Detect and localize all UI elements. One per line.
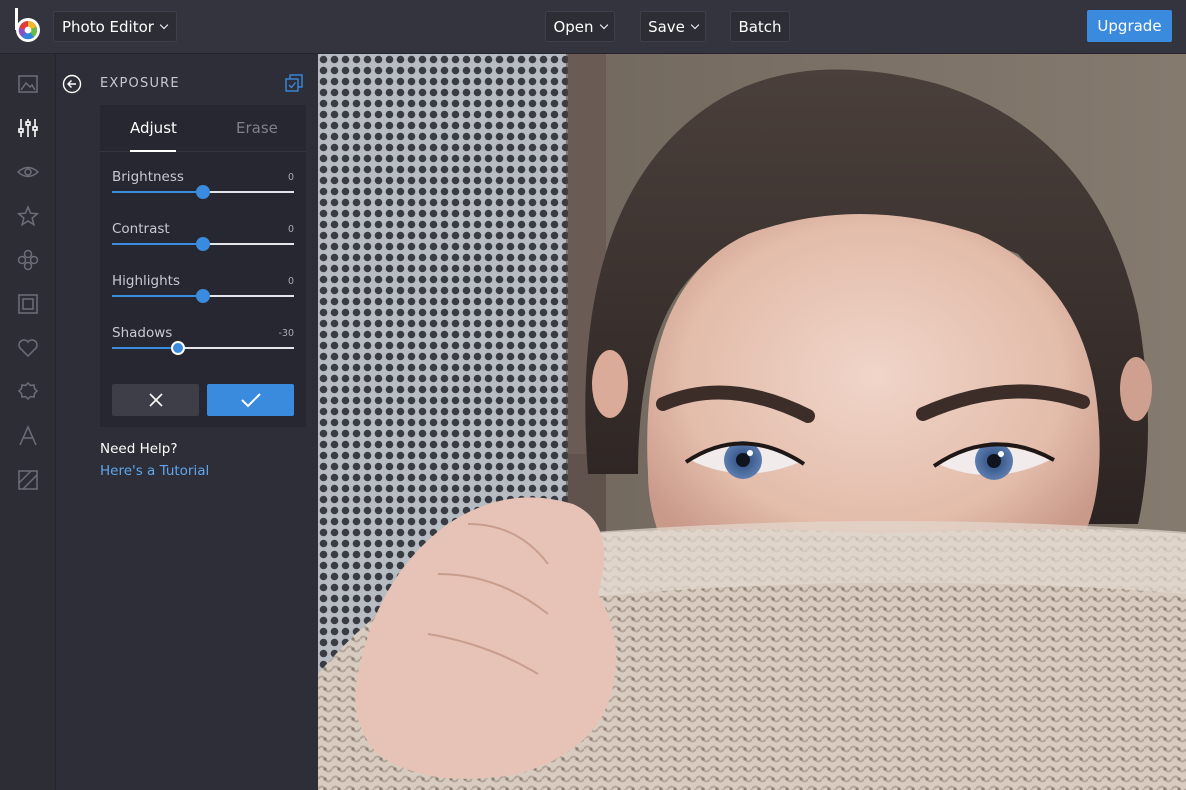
texture-icon[interactable] xyxy=(14,466,42,494)
highlights-slider: Highlights 0 xyxy=(112,273,294,313)
slider-track[interactable] xyxy=(112,341,294,355)
slider-track[interactable] xyxy=(112,185,294,199)
badge-icon[interactable] xyxy=(14,378,42,406)
batch-label: Batch xyxy=(738,17,782,36)
slider-fill xyxy=(112,347,178,349)
shadows-slider: Shadows -30 xyxy=(112,325,294,365)
brightness-slider: Brightness 0 xyxy=(112,169,294,209)
text-icon[interactable] xyxy=(14,422,42,450)
slider-value: 0 xyxy=(287,172,294,183)
slider-value: 0 xyxy=(287,276,294,287)
tutorial-link[interactable]: Here's a Tutorial xyxy=(100,463,209,479)
batch-button[interactable]: Batch xyxy=(730,11,790,42)
slider-fill xyxy=(112,243,203,245)
chevron-down-icon xyxy=(599,20,608,30)
save-button[interactable]: Save xyxy=(640,11,706,42)
panel-title: EXPOSURE xyxy=(100,76,180,91)
exposure-panel: EXPOSURE Adjust Erase Brightness 0 Contr… xyxy=(88,54,318,790)
close-icon xyxy=(148,393,163,407)
chevron-down-icon xyxy=(690,20,700,30)
slider-thumb[interactable] xyxy=(196,237,210,251)
panel-gutter xyxy=(56,54,88,790)
tab-bar: Adjust Erase xyxy=(100,105,306,152)
slider-thumb[interactable] xyxy=(196,289,210,303)
image-icon[interactable] xyxy=(14,70,42,98)
checkmark-icon xyxy=(240,393,261,408)
slider-track[interactable] xyxy=(112,237,294,251)
photo-canvas[interactable] xyxy=(318,54,1186,790)
tab-adjust[interactable]: Adjust xyxy=(130,119,177,137)
slider-thumb[interactable] xyxy=(196,185,210,199)
befunky-logo-icon[interactable] xyxy=(14,8,42,44)
heart-icon[interactable] xyxy=(14,334,42,362)
open-button[interactable]: Open xyxy=(545,11,615,42)
slider-label: Highlights xyxy=(112,273,180,289)
star-icon[interactable] xyxy=(14,202,42,230)
slider-label: Brightness xyxy=(112,169,184,185)
frame-icon[interactable] xyxy=(14,290,42,318)
save-label: Save xyxy=(648,17,685,36)
app-menu-dropdown[interactable]: Photo Editor xyxy=(53,11,177,42)
open-label: Open xyxy=(553,17,594,36)
clover-icon[interactable] xyxy=(14,246,42,274)
chevron-down-icon xyxy=(159,20,169,30)
slider-thumb[interactable] xyxy=(170,341,185,355)
tab-erase[interactable]: Erase xyxy=(236,119,278,137)
photo-image xyxy=(318,54,1186,790)
eye-icon[interactable] xyxy=(14,158,42,186)
top-bar: Photo Editor Open Save Batch Upgrade xyxy=(0,0,1186,54)
back-arrow-icon[interactable] xyxy=(62,74,82,94)
slider-label: Contrast xyxy=(112,221,170,237)
upgrade-button[interactable]: Upgrade xyxy=(1087,10,1172,42)
help-title: Need Help? xyxy=(100,441,178,457)
app-menu-label: Photo Editor xyxy=(62,17,154,36)
active-tab-indicator xyxy=(130,150,176,152)
slider-value: 0 xyxy=(287,224,294,235)
sliders-icon[interactable] xyxy=(14,114,42,142)
slider-label: Shadows xyxy=(112,325,173,341)
slider-fill xyxy=(112,295,203,297)
contrast-slider: Contrast 0 xyxy=(112,221,294,261)
slider-track[interactable] xyxy=(112,289,294,303)
apply-button[interactable] xyxy=(207,384,294,416)
slider-value: -30 xyxy=(278,328,294,339)
slider-fill xyxy=(112,191,203,193)
adjust-card: Adjust Erase Brightness 0 Contrast 0 Hig… xyxy=(100,105,306,427)
tool-rail xyxy=(0,54,56,790)
layers-icon[interactable] xyxy=(285,74,303,92)
cancel-button[interactable] xyxy=(112,384,199,416)
